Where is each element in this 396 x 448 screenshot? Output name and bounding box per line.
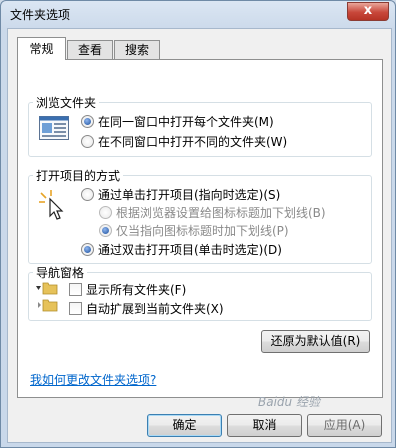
radio-underline-browser: [99, 206, 112, 219]
close-button[interactable]: x: [347, 2, 389, 21]
show-all-folders-option[interactable]: 显示所有文件夹(F): [69, 281, 186, 298]
browse-folders-icon: [39, 116, 69, 143]
navigation-pane-group: 导航窗格 显示所有文件夹(F) 自动扩展到当前文件夹(X): [28, 264, 372, 321]
double-click-option[interactable]: 通过双击打开项目(单击时选定)(D): [81, 241, 282, 258]
open-same-window-option[interactable]: 在同一窗口中打开每个文件夹(M): [81, 113, 274, 130]
folder-tree-icon: [35, 281, 65, 318]
open-new-window-option[interactable]: 在不同窗口中打开不同的文件夹(W): [81, 133, 287, 150]
radio-open-new-window[interactable]: [81, 135, 94, 148]
tab-search[interactable]: 搜索: [114, 40, 160, 59]
apply-button[interactable]: 应用(A): [307, 414, 382, 437]
show-all-folders-label: 显示所有文件夹(F): [86, 283, 187, 297]
radio-double-click[interactable]: [81, 243, 94, 256]
underline-point-label: 仅当指向图标标题时加下划线(P): [116, 224, 289, 238]
single-click-option[interactable]: 通过单击打开项目(指向时选定)(S): [81, 186, 280, 203]
restore-defaults-button[interactable]: 还原为默认值(R): [261, 330, 370, 353]
general-tab-panel: 浏览文件夹 在同一窗口中打开每个文件夹(M) 在不同窗口中打开不同的文件夹(W)…: [17, 59, 383, 398]
tab-view[interactable]: 查看: [67, 40, 113, 59]
title-bar: 文件夹选项 x: [1, 1, 395, 27]
pointer-click-icon: [39, 190, 67, 223]
radio-single-click[interactable]: [81, 188, 94, 201]
close-icon: x: [363, 3, 373, 18]
help-link[interactable]: 我如何更改文件夹选项?: [30, 371, 156, 388]
window-title: 文件夹选项: [10, 8, 71, 22]
navigation-pane-title: 导航窗格: [33, 264, 88, 281]
tab-general[interactable]: 常规: [17, 37, 66, 60]
dialog-client-area: 常规 查看 搜索 浏览文件夹 在同一窗口中打开每个文件夹(M) 在不同窗口中打开…: [7, 28, 392, 443]
open-items-title: 打开项目的方式: [33, 167, 124, 184]
double-click-label: 通过双击打开项目(单击时选定)(D): [98, 243, 282, 257]
baidu-watermark: Baidu 经验: [258, 395, 320, 409]
underline-browser-option: 根据浏览器设置给图标标题加下划线(B): [99, 204, 326, 221]
single-click-label: 通过单击打开项目(指向时选定)(S): [98, 188, 281, 202]
ok-button[interactable]: 确定: [147, 414, 222, 437]
checkbox-show-all-folders[interactable]: [69, 283, 82, 296]
cancel-button[interactable]: 取消: [227, 414, 302, 437]
radio-underline-point: [99, 224, 112, 237]
folder-options-window: 文件夹选项 x 常规 查看 搜索 浏览文件夹 在同一窗口中打开每个文件夹(M) …: [0, 0, 396, 448]
open-same-window-label: 在同一窗口中打开每个文件夹(M): [98, 115, 274, 129]
checkbox-auto-expand[interactable]: [69, 302, 82, 315]
auto-expand-label: 自动扩展到当前文件夹(X): [86, 302, 224, 316]
browse-folders-title: 浏览文件夹: [33, 94, 100, 111]
underline-point-option: 仅当指向图标标题时加下划线(P): [99, 222, 289, 239]
browse-folders-group: 浏览文件夹 在同一窗口中打开每个文件夹(M) 在不同窗口中打开不同的文件夹(W): [28, 94, 372, 157]
open-items-group: 打开项目的方式 通过单击打开项目(指向时选定)(S) 根据浏览器设置给图标标题加…: [28, 167, 372, 264]
underline-browser-label: 根据浏览器设置给图标标题加下划线(B): [116, 206, 326, 220]
open-new-window-label: 在不同窗口中打开不同的文件夹(W): [98, 135, 288, 149]
radio-open-same-window[interactable]: [81, 115, 94, 128]
auto-expand-option[interactable]: 自动扩展到当前文件夹(X): [69, 300, 224, 317]
